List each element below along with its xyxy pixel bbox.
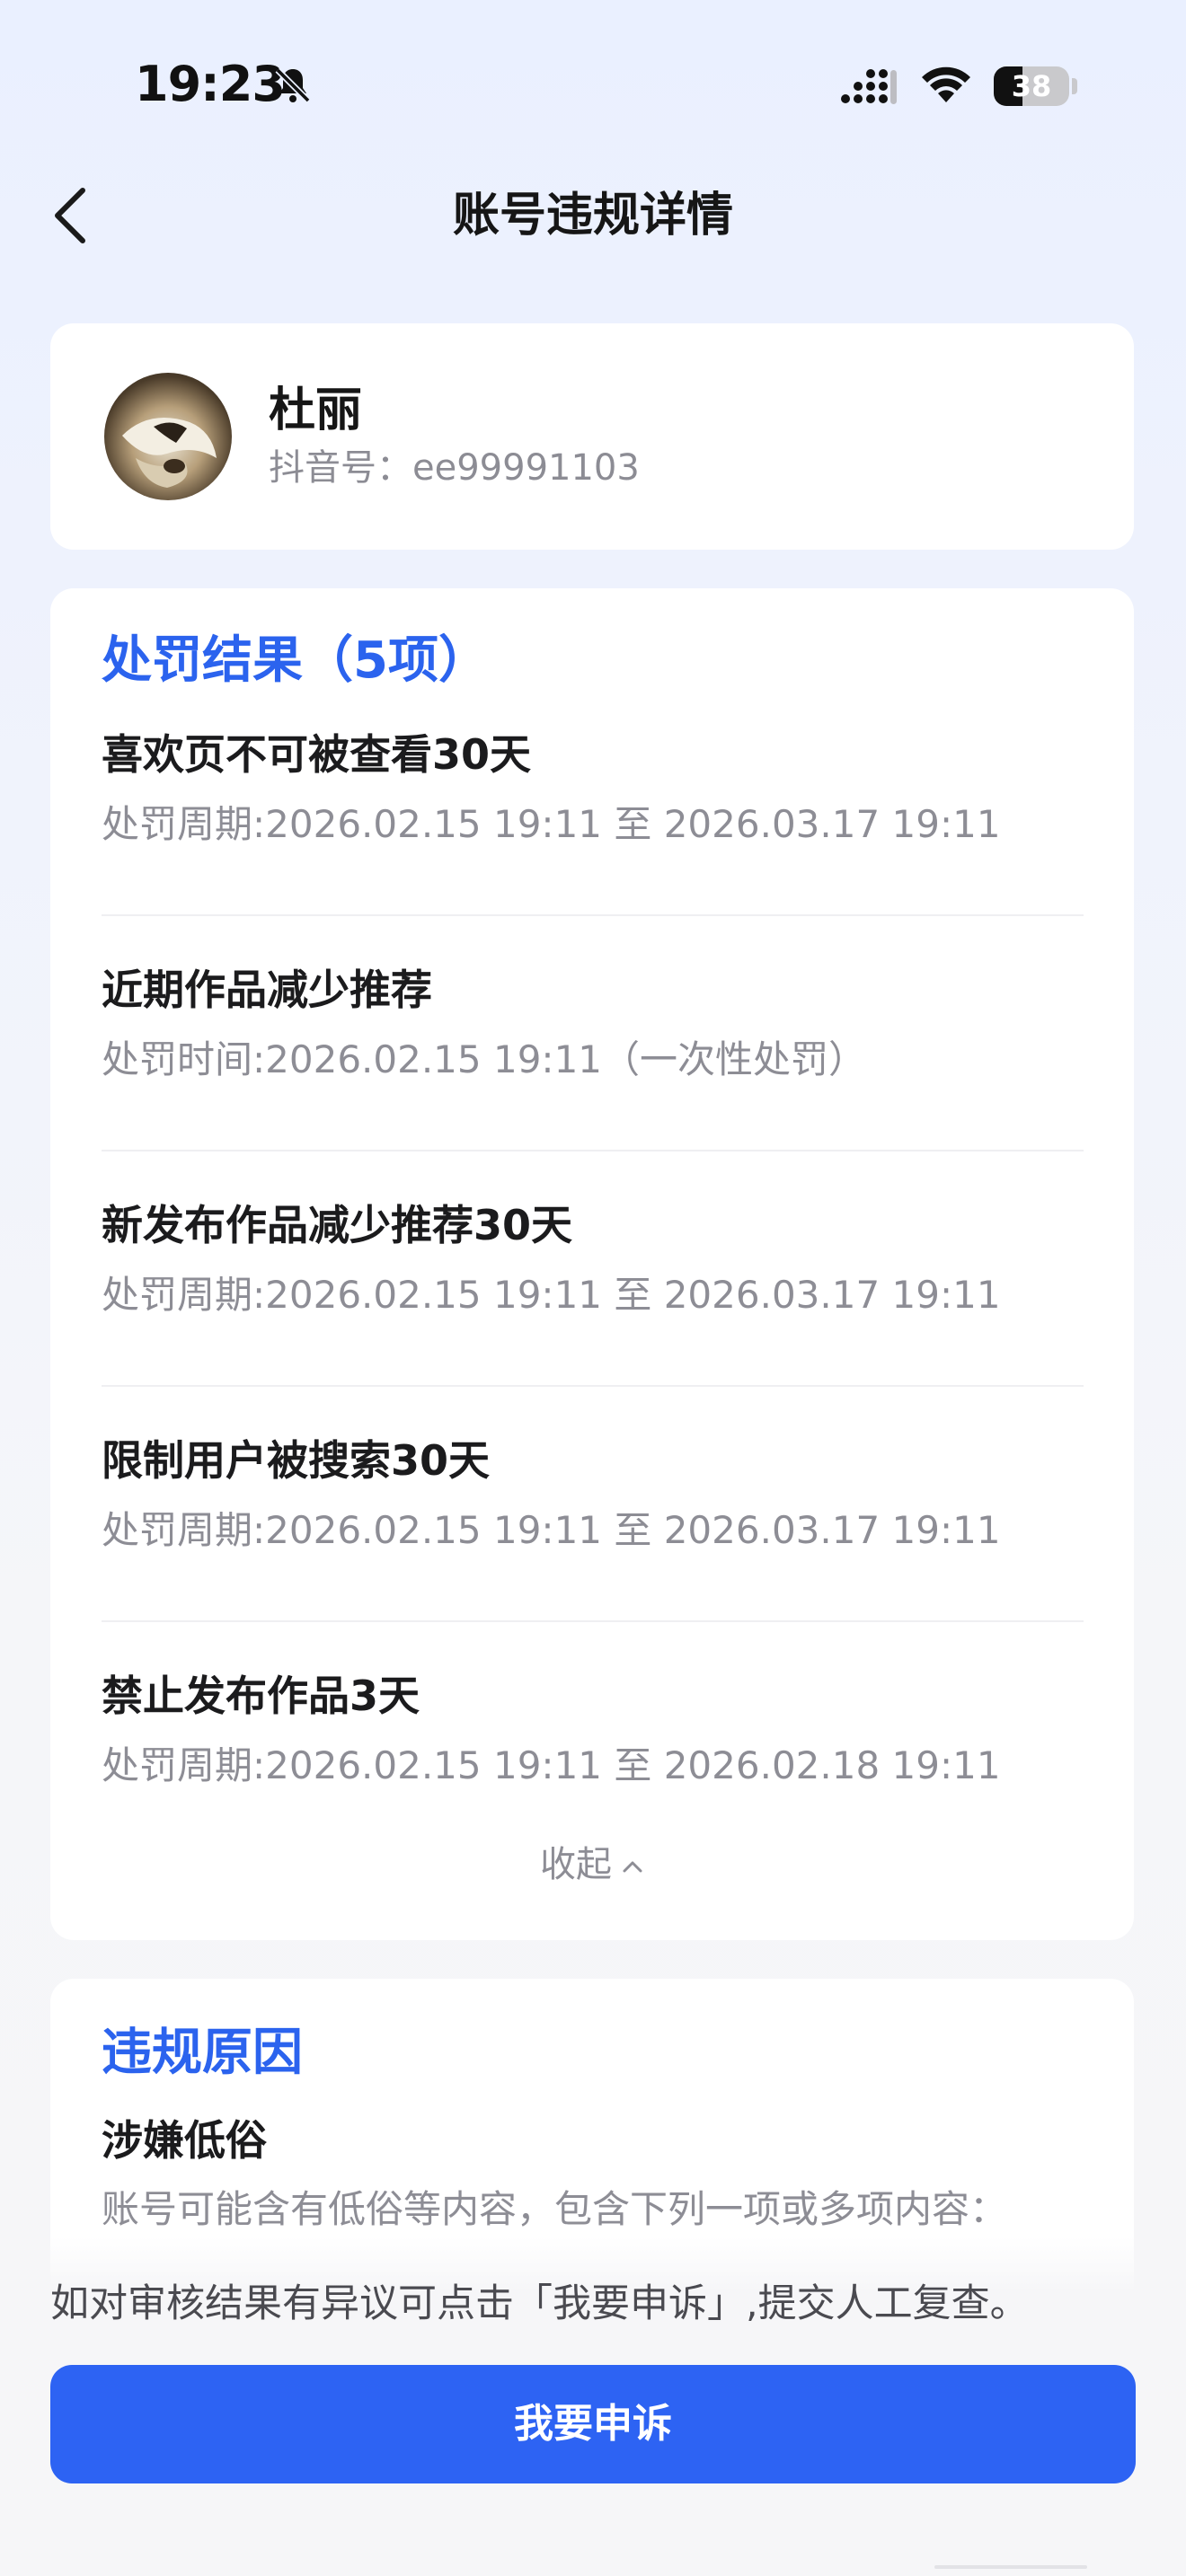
violation-title: 涉嫌低俗 [102, 2116, 267, 2165]
wifi-icon [922, 66, 970, 102]
violation-description: 账号可能含有低俗等内容，包含下列一项或多项内容： [102, 2187, 1008, 2231]
penalty-period: 处罚周期:2026.02.15 19:11 至 2026.03.17 19:11 [102, 1508, 1001, 1552]
penalty-period: 处罚周期:2026.02.15 19:11 至 2026.03.17 19:11 [102, 802, 1001, 846]
battery-nub [1072, 78, 1077, 94]
divider [102, 1620, 1084, 1622]
divider [102, 914, 1084, 916]
penalty-title: 限制用户被搜索30天 [102, 1436, 491, 1485]
penalty-period: 处罚时间:2026.02.15 19:11（一次性处罚） [102, 1037, 867, 1081]
page-title: 账号违规详情 [452, 189, 733, 243]
user-douyin-id: 抖音号：ee99991103 [269, 447, 640, 489]
bell-muted-icon [275, 67, 311, 103]
collapse-button[interactable]: 收起 [50, 1839, 1134, 1890]
penalty-heading: 处罚结果（5项） [102, 631, 489, 690]
chevron-up-icon [623, 1861, 642, 1873]
penalty-title: 新发布作品减少推荐30天 [102, 1201, 573, 1249]
penalty-card: 处罚结果（5项） 喜欢页不可被查看30天 处罚周期:2026.02.15 19:… [50, 588, 1134, 1940]
home-indicator [934, 2565, 1087, 2569]
penalty-title: 喜欢页不可被查看30天 [102, 730, 532, 779]
status-bar: 19:23 38 [0, 0, 1186, 171]
divider [102, 1385, 1084, 1387]
user-name: 杜丽 [269, 384, 363, 437]
avatar-image [122, 418, 217, 488]
penalty-title: 近期作品减少推荐 [102, 966, 432, 1014]
user-card: 杜丽 抖音号：ee99991103 [50, 323, 1134, 550]
battery-icon: 38 [994, 66, 1069, 106]
battery-level: 38 [1011, 69, 1052, 103]
violation-heading: 违规原因 [102, 2024, 303, 2082]
penalty-period: 处罚周期:2026.02.15 19:11 至 2026.02.18 19:11 [102, 1743, 1001, 1787]
status-time: 19:23 [135, 56, 286, 112]
avatar[interactable] [104, 373, 232, 500]
chevron-left-icon[interactable] [47, 180, 101, 251]
divider [102, 1150, 1084, 1151]
appeal-hint: 如对审核结果有异议可点击「我要申诉」,提交人工复查。 [50, 2281, 1029, 2326]
signal-icon [841, 69, 897, 104]
penalty-period: 处罚周期:2026.02.15 19:11 至 2026.03.17 19:11 [102, 1273, 1001, 1317]
appeal-button[interactable]: 我要申诉 [50, 2365, 1136, 2483]
penalty-title: 禁止发布作品3天 [102, 1672, 420, 1720]
collapse-label: 收起 [540, 1844, 612, 1885]
